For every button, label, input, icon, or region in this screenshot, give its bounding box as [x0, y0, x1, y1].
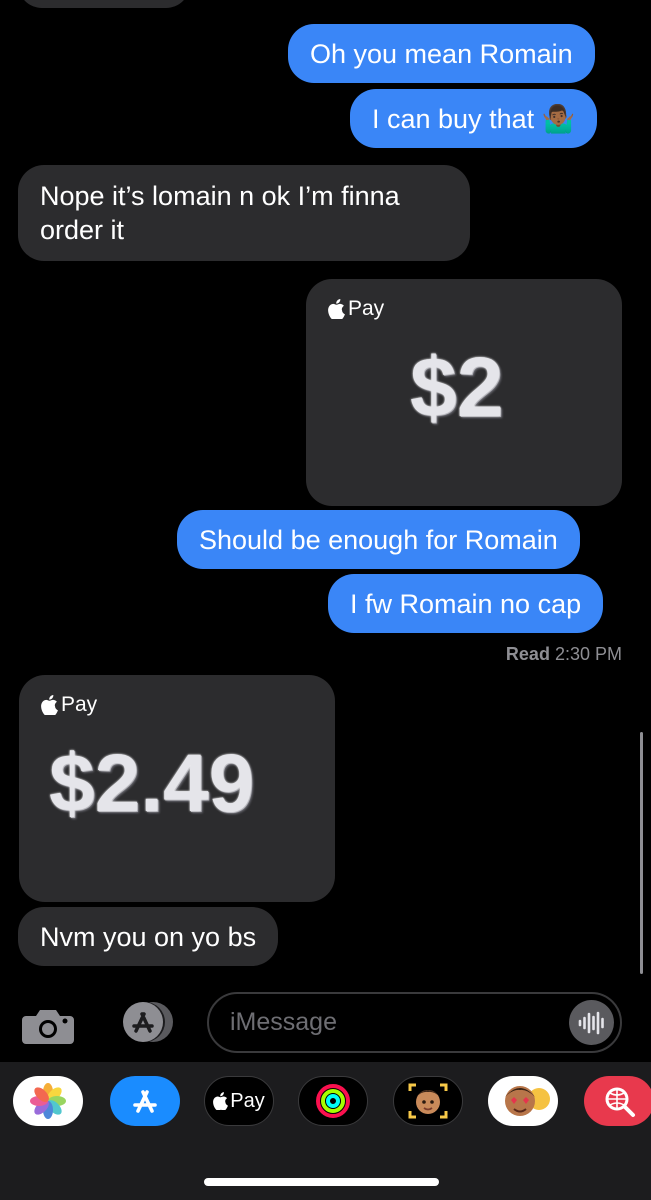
- photos-icon: [30, 1083, 66, 1119]
- partial-incoming-bubble: [18, 0, 190, 8]
- app-store-button[interactable]: [110, 1076, 180, 1126]
- message-text: I fw Romain no cap: [350, 588, 582, 619]
- payment-amount: $2: [410, 340, 504, 434]
- memoji-stickers-button[interactable]: [488, 1076, 558, 1126]
- camera-icon: [22, 1010, 74, 1044]
- memoji-camera-button[interactable]: [393, 1076, 463, 1126]
- image-search-button[interactable]: [584, 1076, 651, 1126]
- memoji-camera-icon: [408, 1083, 448, 1119]
- home-indicator[interactable]: [204, 1178, 439, 1186]
- message-bubble-outgoing[interactable]: Should be enough for Romain: [177, 510, 580, 569]
- apple-logo-icon: [213, 1092, 229, 1110]
- apple-pay-logo: Pay: [328, 297, 384, 321]
- photos-app-button[interactable]: [13, 1076, 83, 1126]
- app-store-icon: [123, 1002, 173, 1042]
- message-text: Nope it’s lomain n ok I’m finna order it: [40, 181, 400, 245]
- message-text: Nvm you on yo bs: [40, 921, 257, 952]
- read-receipt: Read 2:30 PM: [506, 644, 622, 665]
- waveform-icon: [578, 1011, 604, 1034]
- input-placeholder: iMessage: [230, 1008, 337, 1036]
- apple-pay-logo: Pay: [41, 693, 97, 717]
- apple-logo-icon: [41, 695, 58, 715]
- activity-app-button[interactable]: [298, 1076, 368, 1126]
- app-store-drawer-button[interactable]: [113, 1000, 173, 1044]
- read-label: Read: [505, 644, 550, 664]
- voice-message-button[interactable]: [569, 1000, 614, 1045]
- app-store-icon: [133, 1090, 157, 1113]
- apple-logo-icon: [328, 299, 345, 319]
- message-bubble-incoming[interactable]: Nope it’s lomain n ok I’m finna order it: [10, 165, 470, 261]
- apple-pay-label: Pay: [348, 297, 385, 320]
- message-bubble-outgoing[interactable]: I fw Romain no cap: [328, 574, 612, 633]
- payment-amount: $2.49: [49, 738, 255, 829]
- message-bubble-outgoing[interactable]: I can buy that 🤷🏾‍♂️: [350, 89, 606, 148]
- message-text: Should be enough for Romain: [199, 524, 558, 555]
- scrollbar[interactable]: [640, 732, 643, 974]
- message-text: I can buy that 🤷🏾‍♂️: [372, 103, 576, 134]
- message-bubble-incoming[interactable]: Nvm you on yo bs: [9, 907, 279, 966]
- apple-pay-label: Pay: [61, 693, 98, 716]
- apple-pay-app-button[interactable]: Pay: [204, 1076, 274, 1126]
- activity-icon: [316, 1084, 350, 1118]
- memoji-stickers-icon: [505, 1086, 550, 1116]
- apple-pay-card-outgoing[interactable]: Pay $2: [306, 279, 622, 506]
- message-bubble-outgoing[interactable]: Oh you mean Romain: [288, 24, 595, 83]
- camera-button[interactable]: [22, 1008, 74, 1044]
- search-images-icon: [605, 1087, 635, 1117]
- apple-pay-card-incoming[interactable]: Pay $2.49: [19, 675, 335, 902]
- imessage-input[interactable]: iMessage: [207, 992, 622, 1053]
- read-time: 2:30 PM: [554, 644, 622, 664]
- apple-pay-tray-label: Pay: [230, 1089, 265, 1112]
- message-text: Oh you mean Romain: [310, 38, 573, 69]
